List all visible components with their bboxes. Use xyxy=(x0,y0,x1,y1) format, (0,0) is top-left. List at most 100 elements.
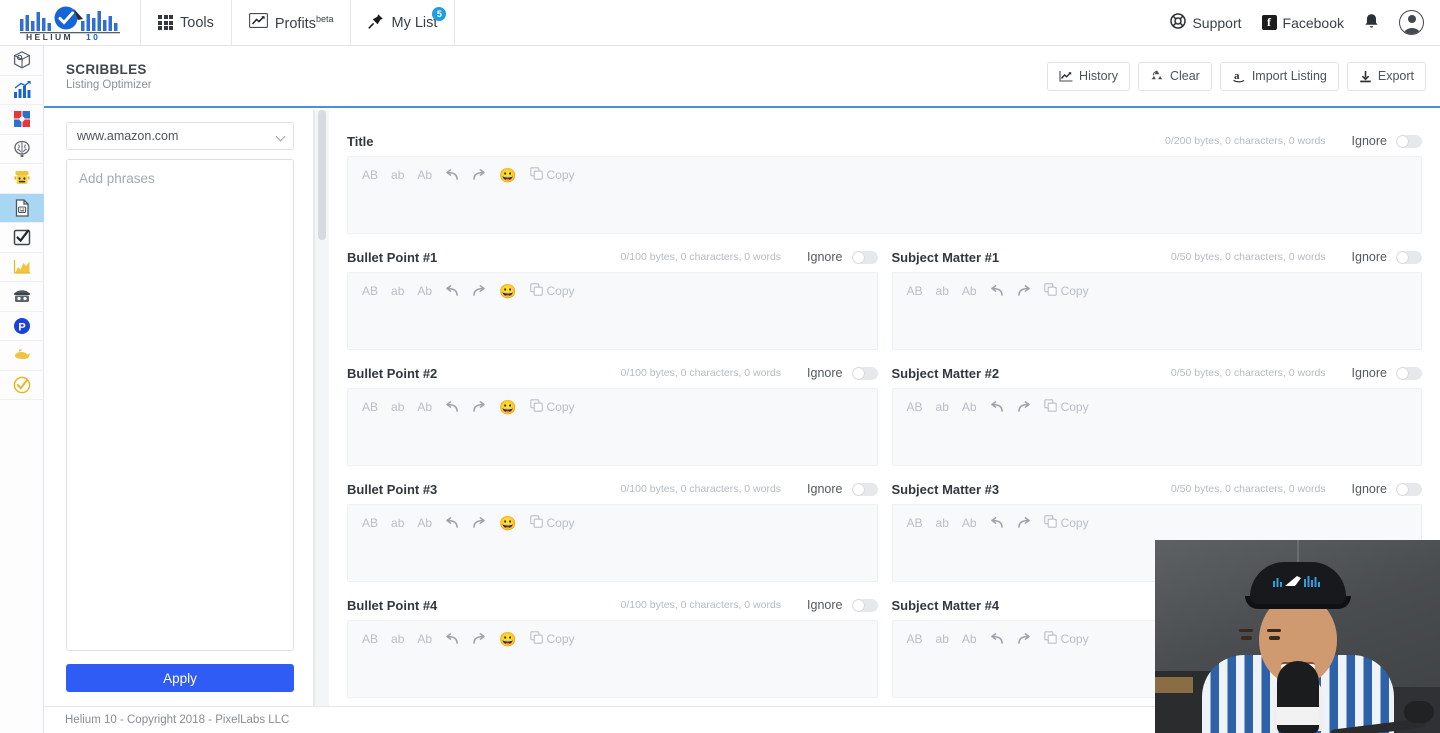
field-editor-box[interactable]: AB ab Ab 😀 xyxy=(347,272,878,350)
emoji-smiley-icon[interactable]: 😀 xyxy=(499,516,516,530)
ignore-toggle[interactable] xyxy=(852,367,878,380)
lowercase-button[interactable]: ab xyxy=(391,517,404,529)
facebook-link[interactable]: f Facebook xyxy=(1262,15,1344,31)
history-button[interactable]: History xyxy=(1047,62,1130,91)
uppercase-button[interactable]: AB xyxy=(362,517,378,529)
emoji-smiley-icon[interactable]: 😀 xyxy=(499,632,516,646)
sidebar-item-trendster[interactable] xyxy=(0,253,44,283)
sidebar-item-magnet[interactable] xyxy=(0,76,44,106)
sidebar-item-scribbles[interactable] xyxy=(0,194,44,224)
ignore-toggle[interactable] xyxy=(1396,135,1422,148)
redo-arrow-icon[interactable] xyxy=(1017,401,1031,413)
undo-arrow-icon[interactable] xyxy=(445,285,459,297)
redo-arrow-icon[interactable] xyxy=(472,517,486,529)
field-editor-box[interactable]: AB ab Ab xyxy=(892,272,1423,350)
undo-arrow-icon[interactable] xyxy=(990,285,1004,297)
capitalize-button[interactable]: Ab xyxy=(962,633,977,645)
uppercase-button[interactable]: AB xyxy=(907,633,923,645)
export-button[interactable]: Export xyxy=(1347,62,1426,91)
add-phrases-input[interactable] xyxy=(66,159,294,651)
capitalize-button[interactable]: Ab xyxy=(417,169,432,181)
sidebar-item-cerebro[interactable] xyxy=(0,135,44,165)
capitalize-button[interactable]: Ab xyxy=(962,401,977,413)
ignore-toggle[interactable] xyxy=(1396,251,1422,264)
ignore-toggle[interactable] xyxy=(852,483,878,496)
copy-button[interactable]: Copy xyxy=(530,515,575,531)
sidebar-item-frankenstein[interactable] xyxy=(0,164,44,194)
uppercase-button[interactable]: AB xyxy=(907,401,923,413)
emoji-smiley-icon[interactable]: 😀 xyxy=(499,400,516,414)
redo-arrow-icon[interactable] xyxy=(1017,517,1031,529)
copy-button[interactable]: Copy xyxy=(530,283,575,299)
undo-arrow-icon[interactable] xyxy=(445,169,459,181)
lowercase-button[interactable]: ab xyxy=(936,401,949,413)
sidebar-item-5k-checker[interactable] xyxy=(0,223,44,253)
import-listing-button[interactable]: a Import Listing xyxy=(1220,62,1339,91)
field-editor-box[interactable]: AB ab Ab xyxy=(892,388,1423,466)
sidebar-item-xray[interactable] xyxy=(0,105,44,135)
copy-button[interactable]: Copy xyxy=(1044,399,1089,415)
field-editor-box[interactable]: AB ab Ab 😀 xyxy=(347,156,1422,234)
uppercase-button[interactable]: AB xyxy=(362,401,378,413)
copy-button[interactable]: Copy xyxy=(530,631,575,647)
capitalize-button[interactable]: Ab xyxy=(962,517,977,529)
sidebar-item-index-checker[interactable] xyxy=(0,341,44,371)
lowercase-button[interactable]: ab xyxy=(391,401,404,413)
sidebar-item-blackbox[interactable] xyxy=(0,46,44,76)
uppercase-button[interactable]: AB xyxy=(362,169,378,181)
undo-arrow-icon[interactable] xyxy=(990,401,1004,413)
copy-button[interactable]: Copy xyxy=(530,167,575,183)
copy-button[interactable]: Copy xyxy=(1044,283,1089,299)
undo-arrow-icon[interactable] xyxy=(445,517,459,529)
redo-arrow-icon[interactable] xyxy=(472,401,486,413)
capitalize-button[interactable]: Ab xyxy=(962,285,977,297)
editor-scrollbar[interactable] xyxy=(314,110,329,706)
ignore-toggle[interactable] xyxy=(852,251,878,264)
field-editor-box[interactable]: AB ab Ab 😀 xyxy=(347,388,878,466)
sidebar-item-misspellinator[interactable] xyxy=(0,282,44,312)
nav-tab-profits[interactable]: Profitsbeta xyxy=(232,0,351,45)
nav-tab-tools[interactable]: Tools xyxy=(141,0,231,45)
support-link[interactable]: Support xyxy=(1170,13,1241,32)
scrollbar-thumb[interactable] xyxy=(318,110,326,240)
ignore-toggle[interactable] xyxy=(1396,483,1422,496)
redo-arrow-icon[interactable] xyxy=(472,169,486,181)
redo-arrow-icon[interactable] xyxy=(1017,633,1031,645)
notifications-button[interactable] xyxy=(1364,13,1379,33)
lowercase-button[interactable]: ab xyxy=(391,169,404,181)
ignore-toggle[interactable] xyxy=(852,599,878,612)
copy-button[interactable]: Copy xyxy=(1044,515,1089,531)
capitalize-button[interactable]: Ab xyxy=(417,401,432,413)
undo-arrow-icon[interactable] xyxy=(445,401,459,413)
ignore-toggle[interactable] xyxy=(1396,367,1422,380)
nav-tab-my-list[interactable]: My List 5 xyxy=(351,0,454,45)
emoji-smiley-icon[interactable]: 😀 xyxy=(499,168,516,182)
copy-button[interactable]: Copy xyxy=(1044,631,1089,647)
capitalize-button[interactable]: Ab xyxy=(417,633,432,645)
lowercase-button[interactable]: ab xyxy=(936,285,949,297)
uppercase-button[interactable]: AB xyxy=(907,285,923,297)
uppercase-button[interactable]: AB xyxy=(362,285,378,297)
capitalize-button[interactable]: Ab xyxy=(417,517,432,529)
undo-arrow-icon[interactable] xyxy=(990,633,1004,645)
undo-arrow-icon[interactable] xyxy=(445,633,459,645)
sidebar-item-alerts[interactable] xyxy=(0,371,44,401)
lowercase-button[interactable]: ab xyxy=(391,633,404,645)
field-editor-box[interactable]: AB ab Ab 😀 xyxy=(347,504,878,582)
redo-arrow-icon[interactable] xyxy=(472,285,486,297)
clear-button[interactable]: Clear xyxy=(1138,62,1212,91)
uppercase-button[interactable]: AB xyxy=(907,517,923,529)
redo-arrow-icon[interactable] xyxy=(1017,285,1031,297)
redo-arrow-icon[interactable] xyxy=(472,633,486,645)
uppercase-button[interactable]: AB xyxy=(362,633,378,645)
apply-button[interactable]: Apply xyxy=(66,664,294,692)
field-editor-box[interactable]: AB ab Ab 😀 xyxy=(347,620,878,698)
avatar[interactable] xyxy=(1399,10,1424,35)
lowercase-button[interactable]: ab xyxy=(391,285,404,297)
capitalize-button[interactable]: Ab xyxy=(417,285,432,297)
helium10-logo[interactable]: HELIUM 10 xyxy=(0,0,140,45)
lowercase-button[interactable]: ab xyxy=(936,517,949,529)
undo-arrow-icon[interactable] xyxy=(990,517,1004,529)
emoji-smiley-icon[interactable]: 😀 xyxy=(499,284,516,298)
marketplace-select[interactable]: www.amazon.com xyxy=(66,122,294,150)
